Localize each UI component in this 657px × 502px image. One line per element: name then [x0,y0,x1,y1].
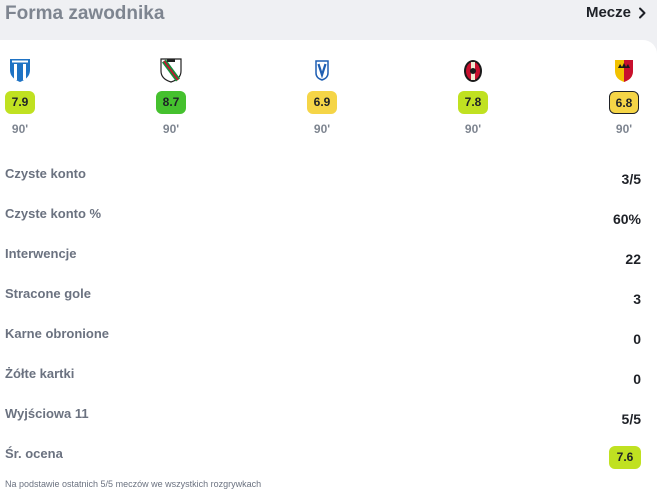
stat-value: 3 [633,291,641,307]
match-item[interactable]: 7.8 90' [453,56,493,136]
stat-row-clean-sheets: Czyste konto 3/5 [5,166,641,188]
stat-label: Karne obronione [5,326,110,341]
stat-row-average-rating: Śr. ocena 7.6 [5,446,641,474]
stat-row-clean-sheets-percent: Czyste konto % 60% [5,206,641,228]
player-form-card: 7.9 90' 8.7 90' 6.9 90' 7.8 90' 6.8 90' … [0,40,657,502]
stat-value: 60% [612,211,641,227]
match-rating-badge: 6.9 [307,91,337,114]
minutes-played: 90' [162,122,180,136]
stat-label: Stracone gole [5,286,91,301]
match-item[interactable]: 6.9 90' [302,56,342,136]
stat-row-goals-conceded: Stracone gole 3 [5,286,641,308]
stat-row-saves: Interwencje 22 [5,246,641,268]
team-crest-legia-icon [160,58,182,83]
section-title: Forma zawodnika [5,3,165,24]
match-rating-badge: 7.8 [458,91,488,114]
stat-label: Czyste konto [5,166,86,181]
stat-label: Wyjściowa 11 [5,406,89,421]
match-rating-badge: 6.8 [609,91,639,114]
stat-row-yellow-cards: Żółte kartki 0 [5,366,641,388]
match-item[interactable]: 7.9 90' [0,56,40,136]
match-item[interactable]: 6.8 90' [604,56,644,136]
team-crest-blue-white-icon [10,59,30,82]
stat-value: 3/5 [621,171,641,187]
stat-value: 0 [633,371,641,387]
match-rating-badge: 7.9 [5,91,35,114]
average-rating-badge: 7.6 [609,446,641,469]
stat-value: 0 [633,331,641,347]
match-rating-badge: 8.7 [156,91,186,114]
matches-link-label: Mecze [585,4,631,21]
stat-value: 5/5 [621,411,641,427]
stat-label: Czyste konto % [5,206,102,221]
minutes-played: 90' [313,122,331,136]
match-item[interactable]: 8.7 90' [151,56,191,136]
team-crest-red-black-icon [464,60,482,82]
stat-row-penalties-saved: Karne obronione 0 [5,326,641,348]
minutes-played: 90' [464,122,482,136]
chevron-right-icon [639,7,646,18]
stat-label: Żółte kartki [5,366,75,381]
section-header: Forma zawodnika Mecze [0,0,657,40]
footnote: Na podstawie ostatnich 5/5 meczów we wsz… [5,479,262,489]
team-crest-korona-icon [615,60,633,82]
minutes-played: 90' [615,122,633,136]
matches-link[interactable]: Mecze [586,4,647,21]
team-crest-lech-icon [315,60,329,81]
stat-label: Śr. ocena [5,446,63,461]
stat-value: 22 [625,251,641,267]
minutes-played: 90' [11,122,29,136]
stat-label: Interwencje [5,246,77,261]
stat-row-starting-eleven: Wyjściowa 11 5/5 [5,406,641,428]
